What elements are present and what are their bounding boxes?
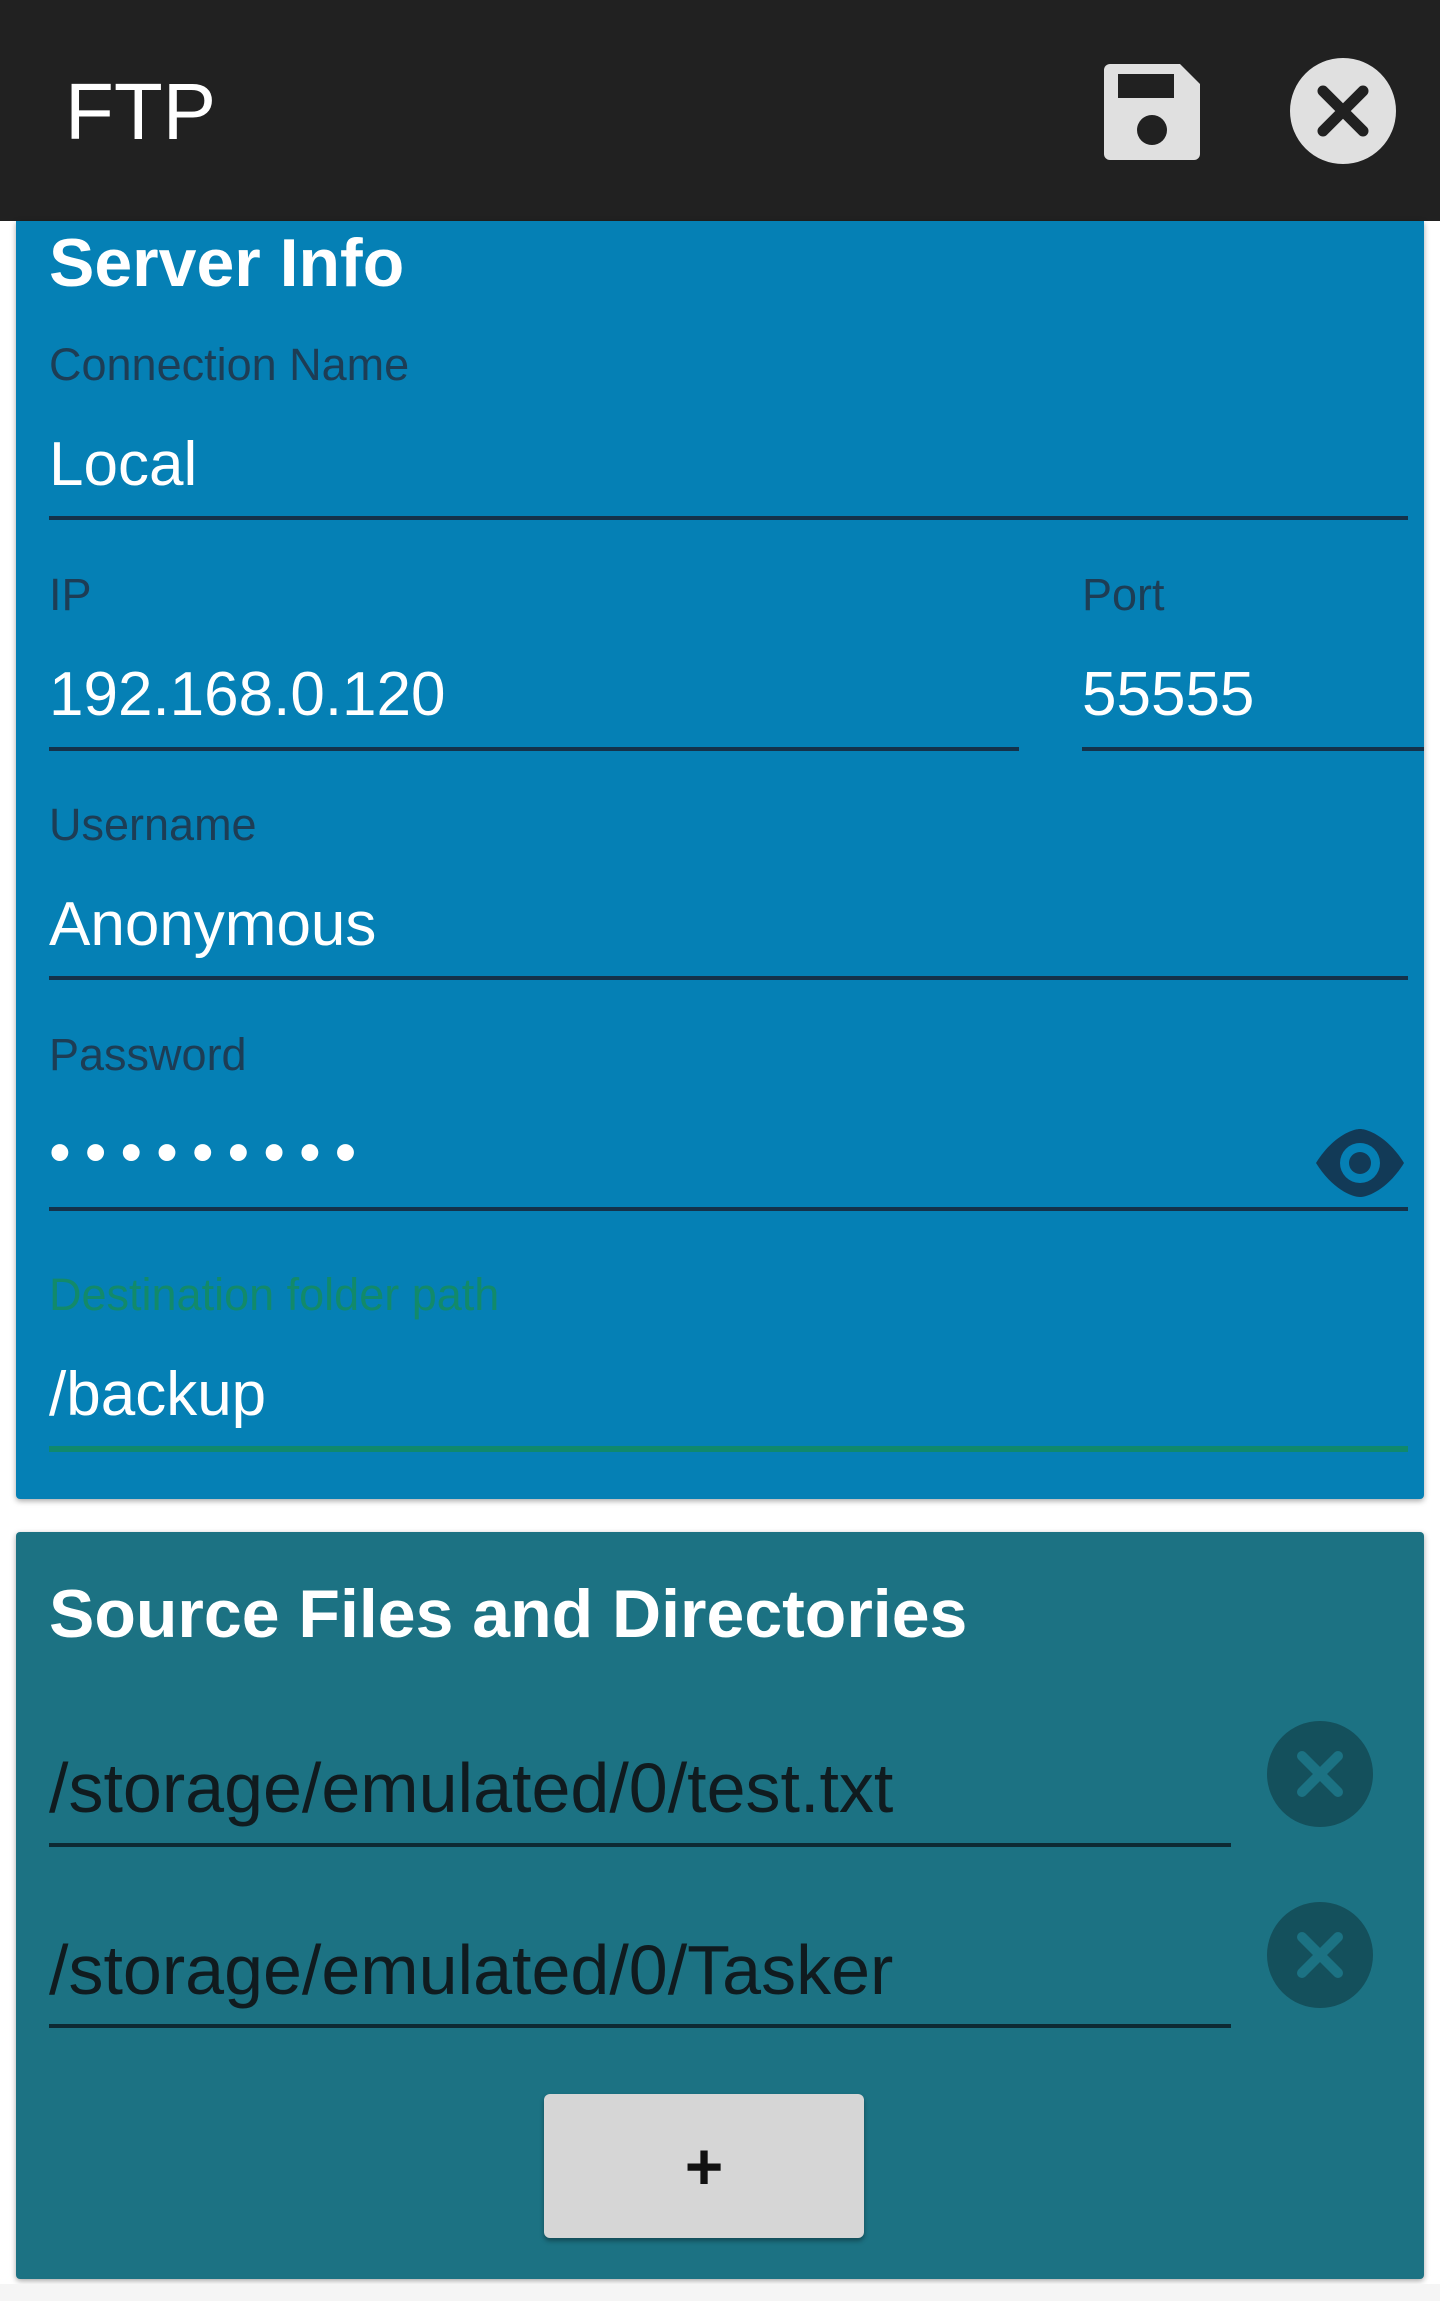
ip-input[interactable]: 192.168.0.120 [49,659,446,730]
app-bar: FTP [0,0,1440,221]
remove-source-button[interactable] [1266,1901,1374,2009]
save-button[interactable] [1100,60,1204,164]
server-info-title: Server Info [49,225,405,301]
ip-label: IP [49,569,92,620]
connection-name-underline [49,516,1408,520]
username-label: Username [49,799,257,850]
password-visibility-toggle[interactable] [1312,1115,1408,1211]
destination-input[interactable]: /backup [49,1359,266,1430]
destination-label: Destination folder path [49,1269,500,1320]
connection-name-label: Connection Name [49,339,410,390]
connection-name-input[interactable]: Local [49,429,197,500]
close-icon [1267,1721,1373,1827]
close-button[interactable] [1288,56,1398,166]
source-path-underline [49,1843,1231,1847]
username-underline [49,976,1408,980]
port-underline [1082,747,1424,751]
destination-underline [49,1446,1408,1452]
port-input[interactable]: 55555 [1082,659,1254,730]
remove-source-button[interactable] [1266,1720,1374,1828]
app-title: FTP [65,67,217,156]
add-source-button[interactable]: + [544,2094,864,2238]
source-files-title: Source Files and Directories [49,1576,968,1652]
save-icon [1104,64,1200,160]
source-path-underline [49,2024,1231,2028]
password-label: Password [49,1029,247,1080]
username-input[interactable]: Anonymous [49,889,376,960]
ip-underline [49,747,1019,751]
close-icon [1267,1902,1373,2008]
source-path-input[interactable]: /storage/emulated/0/test.txt [49,1748,893,1828]
password-input[interactable]: ••••••••• [49,1117,370,1188]
port-label: Port [1082,569,1165,620]
password-underline [49,1207,1408,1211]
eye-icon [1316,1129,1404,1197]
content-area: Server Info Connection Name Local IP 192… [0,221,1440,2301]
source-path-input[interactable]: /storage/emulated/0/Tasker [49,1930,893,2010]
bottom-edge [0,2284,1440,2301]
close-icon [1290,58,1396,164]
server-info-card: Server Info Connection Name Local IP 192… [16,221,1424,1499]
